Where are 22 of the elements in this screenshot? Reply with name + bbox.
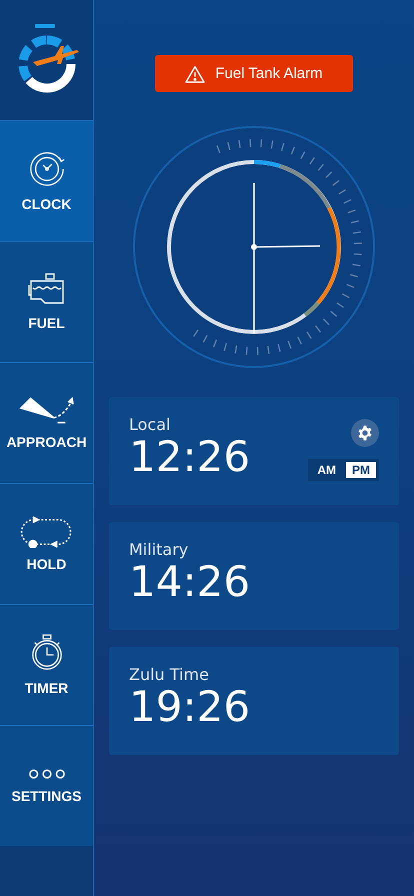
settings-icon [357,425,373,441]
period-option[interactable]: AM [311,462,342,478]
nav-tab[interactable]: CLOCK [0,120,93,241]
nav-tab[interactable]: FUEL [0,241,93,362]
alarm-button[interactable]: Fuel Tank Alarm [155,55,353,92]
nav-tab[interactable]: SETTINGS [0,725,93,846]
time-label: Military [129,540,190,559]
more-icon [28,768,66,780]
nav-tab[interactable]: HOLD [0,483,93,604]
nav-tab[interactable]: TIMER [0,604,93,725]
warning-icon [185,64,206,82]
nav-tab[interactable]: APPROACH [0,362,93,483]
time-value: 14:26 [129,559,250,606]
clock-icon [28,150,66,188]
plane-approach-icon [18,396,74,426]
time-value: 19:26 [129,684,250,730]
time-value: 12:26 [129,434,250,480]
time-label: Local [129,415,172,434]
stopwatch-icon [30,634,64,672]
settings-button[interactable] [351,419,379,447]
time-label: Zulu Time [129,665,210,684]
period-option[interactable]: PM [346,462,376,478]
